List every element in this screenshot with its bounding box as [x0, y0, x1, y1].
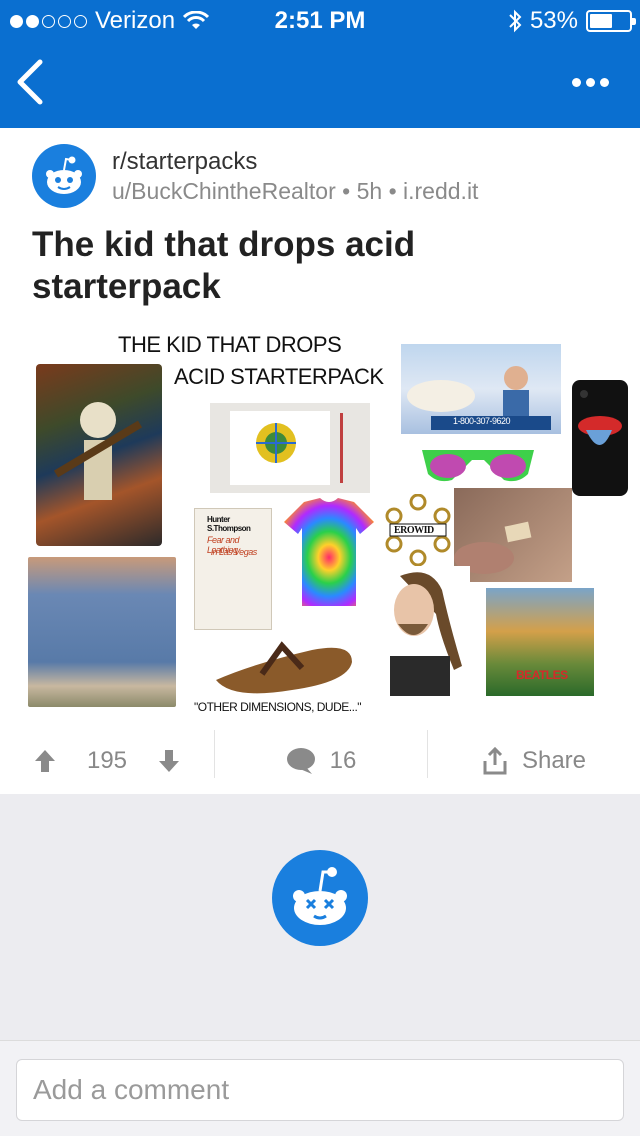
subreddit-name[interactable]: r/starterpacks [112, 148, 257, 176]
erowid-logo: EROWID [382, 493, 454, 567]
post-image[interactable]: THE KID THAT DROPS ACID STARTERPACK 1-80… [26, 328, 640, 720]
battery-icon [586, 10, 636, 32]
image-caption-top-line2: ACID STARTERPACK [174, 364, 384, 389]
image-caption-top-line1: THE KID THAT DROPS [118, 332, 342, 357]
comment-input[interactable] [16, 1059, 624, 1121]
album-text: BEATLES [516, 668, 568, 682]
share-label: Share [521, 747, 587, 774]
meta-separator: • [342, 178, 351, 204]
book-photo: Hunter S.Thompson Fear and Loathing in L… [194, 508, 272, 630]
post-age: 5h [356, 178, 383, 204]
comment-bubble-icon [286, 748, 315, 774]
chevron-left-icon [17, 59, 43, 105]
comment-count: 16 [329, 747, 357, 774]
image-caption-bottom: "OTHER DIMENSIONS, DUDE..." [194, 700, 362, 714]
more-options-button[interactable] [572, 70, 612, 94]
comment-bar [0, 1040, 640, 1136]
blotter-photo [454, 488, 572, 582]
sunglasses-photo [418, 444, 538, 486]
comments-button[interactable]: 16 [215, 728, 427, 794]
downvote-icon[interactable] [157, 748, 181, 774]
battery-percent: 53% [529, 7, 578, 34]
phone-case-photo [572, 380, 628, 496]
post-meta: u/BuckChintheRealtor • 5h • i.redd.it [112, 178, 478, 205]
tie-dye-shirt-photo [284, 498, 374, 608]
snoo-icon [46, 156, 82, 194]
post-card: r/starterpacks u/BuckChintheRealtor • 5h… [0, 128, 640, 794]
ellipsis-icon [572, 77, 581, 87]
ponytail-guy-photo [370, 566, 470, 696]
status-right: 53% [508, 7, 636, 35]
post-title[interactable]: The kid that drops acid starterpack [32, 224, 592, 308]
book-title-line2: in Las Vegas [211, 547, 257, 557]
comments-empty-state [0, 794, 640, 1040]
tattoo-arm-photo [36, 364, 162, 546]
post-actions: 195 16 Share [0, 728, 640, 794]
back-button[interactable] [12, 58, 52, 106]
status-bar: Verizon 2:51 PM 53% [0, 0, 640, 40]
drawing-photo [210, 403, 370, 493]
author-link[interactable]: u/BuckChintheRealtor [112, 178, 336, 204]
share-icon [483, 747, 507, 775]
dead-snoo-icon [272, 850, 368, 946]
pillow-phone-number: 1-800-307-9620 [453, 416, 511, 426]
post-domain[interactable]: i.redd.it [403, 178, 478, 204]
share-button[interactable]: Share [428, 728, 640, 794]
erowid-text: EROWID [394, 525, 434, 536]
book-author: Hunter S.Thompson [207, 515, 251, 533]
bluetooth-icon [509, 9, 522, 33]
meta-separator: • [388, 178, 397, 204]
jorts-photo [28, 557, 176, 707]
pillow-ad-photo: 1-800-307-9620 [401, 344, 561, 434]
nav-bar [0, 40, 640, 128]
vote-count: 195 [86, 747, 128, 774]
album-cover-photo: BEATLES [486, 588, 594, 696]
upvote-icon[interactable] [33, 748, 57, 774]
vote-group: 195 [0, 728, 214, 794]
flip-flop-photo [212, 628, 356, 700]
subreddit-avatar[interactable] [32, 144, 96, 208]
